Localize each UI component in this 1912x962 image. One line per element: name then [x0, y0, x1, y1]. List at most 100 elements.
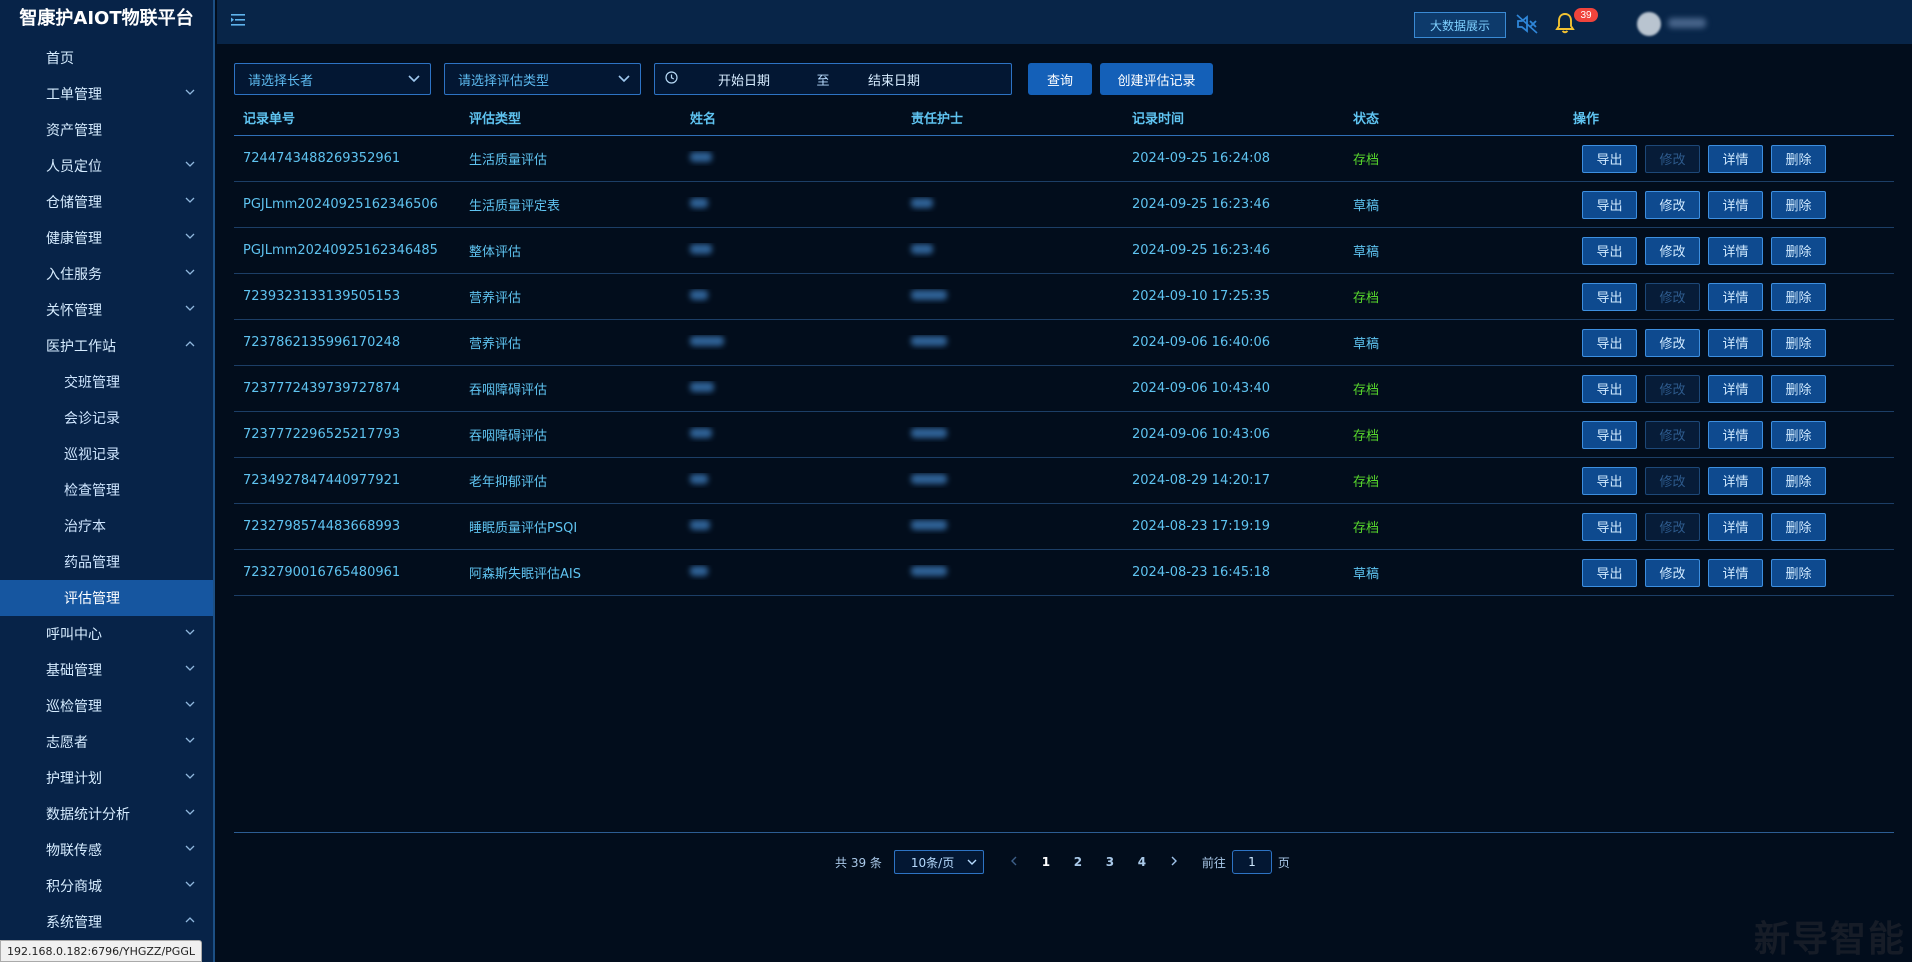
page-number[interactable]: 1	[1030, 855, 1062, 869]
delete-button[interactable]: 删除	[1771, 282, 1826, 311]
sidebar-item[interactable]: 呼叫中心	[0, 616, 213, 652]
export-button[interactable]: 导出	[1582, 512, 1637, 541]
table-row[interactable]: 7232798574483668993 睡眠质量评估PSQI 2024-08-23 …	[234, 504, 1894, 550]
elder-select[interactable]: 请选择长者	[234, 63, 431, 95]
table-row[interactable]: 7239323133139505153 营养评估 2024-09-10 17:25:…	[234, 274, 1894, 320]
detail-button[interactable]: 详情	[1708, 512, 1763, 541]
export-button[interactable]: 导出	[1582, 466, 1637, 495]
edit-button[interactable]: 修改	[1645, 512, 1700, 541]
query-button[interactable]: 查询	[1028, 63, 1092, 95]
detail-button[interactable]: 详情	[1708, 466, 1763, 495]
sidebar-item[interactable]: 医护工作站	[0, 328, 213, 364]
sidebar-item[interactable]: 人员定位	[0, 148, 213, 184]
page-number[interactable]: 3	[1094, 855, 1126, 869]
page-number[interactable]: 4	[1126, 855, 1158, 869]
start-date-input[interactable]: 开始日期	[718, 70, 778, 89]
cell-nurse-redacted	[902, 289, 1123, 304]
detail-button[interactable]: 详情	[1708, 420, 1763, 449]
avatar[interactable]	[1637, 12, 1661, 36]
detail-button[interactable]: 详情	[1708, 328, 1763, 357]
delete-button[interactable]: 删除	[1771, 328, 1826, 357]
detail-button[interactable]: 详情	[1708, 190, 1763, 219]
prev-page-icon[interactable]	[998, 855, 1030, 869]
sidebar-item[interactable]: 巡视记录	[0, 436, 213, 472]
goto-page-input[interactable]: 1	[1231, 850, 1272, 874]
detail-button[interactable]: 详情	[1708, 282, 1763, 311]
sidebar-item[interactable]: 健康管理	[0, 220, 213, 256]
sidebar-item[interactable]: 会诊记录	[0, 400, 213, 436]
sidebar-item[interactable]: 数据统计分析	[0, 796, 213, 832]
sidebar-item-label: 健康管理	[46, 231, 102, 247]
sidebar-item[interactable]: 仓储管理	[0, 184, 213, 220]
username-blurred[interactable]	[1668, 18, 1706, 28]
edit-button[interactable]: 修改	[1645, 374, 1700, 403]
sidebar-item[interactable]: 资产管理	[0, 112, 213, 148]
delete-button[interactable]: 删除	[1771, 466, 1826, 495]
delete-button[interactable]: 删除	[1771, 236, 1826, 265]
table-row[interactable]: 7237772296525217793 吞咽障碍评估 2024-09-06 10:4…	[234, 412, 1894, 458]
edit-button[interactable]: 修改	[1645, 144, 1700, 173]
edit-button[interactable]: 修改	[1645, 190, 1700, 219]
delete-button[interactable]: 删除	[1771, 374, 1826, 403]
sidebar-item-label: 关怀管理	[46, 303, 102, 319]
export-button[interactable]: 导出	[1582, 144, 1637, 173]
page-size-select[interactable]: 10条/页	[893, 850, 984, 874]
sidebar-item[interactable]: 关怀管理	[0, 292, 213, 328]
delete-button[interactable]: 删除	[1771, 190, 1826, 219]
table-row[interactable]: PGJLmm20240925162346506 生活质量评定表 2024-09-25…	[234, 182, 1894, 228]
export-button[interactable]: 导出	[1582, 374, 1637, 403]
edit-button[interactable]: 修改	[1645, 328, 1700, 357]
edit-button[interactable]: 修改	[1645, 558, 1700, 587]
col-header-status: 状态	[1353, 112, 1380, 127]
sidebar-item[interactable]: 基础管理	[0, 652, 213, 688]
delete-button[interactable]: 删除	[1771, 512, 1826, 541]
table-row[interactable]: 7237862135996170248 营养评估 2024-09-06 16:40:…	[234, 320, 1894, 366]
detail-button[interactable]: 详情	[1708, 374, 1763, 403]
sidebar-item[interactable]: 积分商城	[0, 868, 213, 904]
page-size-value: 10条/页	[910, 855, 955, 870]
speaker-muted-icon[interactable]	[1516, 14, 1538, 39]
sidebar-item[interactable]: 入住服务	[0, 256, 213, 292]
edit-button[interactable]: 修改	[1645, 466, 1700, 495]
detail-button[interactable]: 详情	[1708, 236, 1763, 265]
menu-collapse-icon[interactable]	[231, 13, 247, 32]
create-assessment-button[interactable]: 创建评估记录	[1100, 63, 1213, 95]
export-button[interactable]: 导出	[1582, 420, 1637, 449]
export-button[interactable]: 导出	[1582, 282, 1637, 311]
edit-button[interactable]: 修改	[1645, 282, 1700, 311]
sidebar-item[interactable]: 护理计划	[0, 760, 213, 796]
sidebar-item[interactable]: 工单管理	[0, 76, 213, 112]
table-row[interactable]: 7234927847440977921 老年抑郁评估 2024-08-29 14:2…	[234, 458, 1894, 504]
edit-button[interactable]: 修改	[1645, 236, 1700, 265]
sidebar-item[interactable]: 系统管理	[0, 904, 213, 940]
table-row[interactable]: 7237772439739727874 吞咽障碍评估 2024-09-06 10:4…	[234, 366, 1894, 412]
sidebar-item[interactable]: 药品管理	[0, 544, 213, 580]
detail-button[interactable]: 详情	[1708, 144, 1763, 173]
assessment-type-select[interactable]: 请选择评估类型	[444, 63, 641, 95]
sidebar-item[interactable]: 评估管理	[0, 580, 213, 616]
sidebar-item[interactable]: 首页	[0, 40, 213, 76]
table-row[interactable]: 7244743488269352961 生活质量评估 2024-09-25 16:2…	[234, 136, 1894, 182]
table-row[interactable]: 7232790016765480961 阿森斯失眠评估AIS 2024-08-23 …	[234, 550, 1894, 596]
export-button[interactable]: 导出	[1582, 190, 1637, 219]
sidebar-item[interactable]: 检查管理	[0, 472, 213, 508]
detail-button[interactable]: 详情	[1708, 558, 1763, 587]
sidebar-item[interactable]: 志愿者	[0, 724, 213, 760]
end-date-input[interactable]: 结束日期	[868, 70, 928, 89]
sidebar-item[interactable]: 交班管理	[0, 364, 213, 400]
delete-button[interactable]: 删除	[1771, 558, 1826, 587]
table-row[interactable]: PGJLmm20240925162346485 整体评估 2024-09-25 16…	[234, 228, 1894, 274]
delete-button[interactable]: 删除	[1771, 420, 1826, 449]
sidebar-item[interactable]: 物联传感	[0, 832, 213, 868]
sidebar-item[interactable]: 巡检管理	[0, 688, 213, 724]
export-button[interactable]: 导出	[1582, 328, 1637, 357]
next-page-icon[interactable]	[1158, 855, 1190, 869]
page-number[interactable]: 2	[1062, 855, 1094, 869]
delete-button[interactable]: 删除	[1771, 144, 1826, 173]
edit-button[interactable]: 修改	[1645, 420, 1700, 449]
big-data-display-button[interactable]: 大数据展示	[1414, 12, 1506, 38]
export-button[interactable]: 导出	[1582, 558, 1637, 587]
export-button[interactable]: 导出	[1582, 236, 1637, 265]
sidebar-item[interactable]: 治疗本	[0, 508, 213, 544]
date-range-picker[interactable]: 开始日期 至 结束日期	[654, 63, 1012, 95]
